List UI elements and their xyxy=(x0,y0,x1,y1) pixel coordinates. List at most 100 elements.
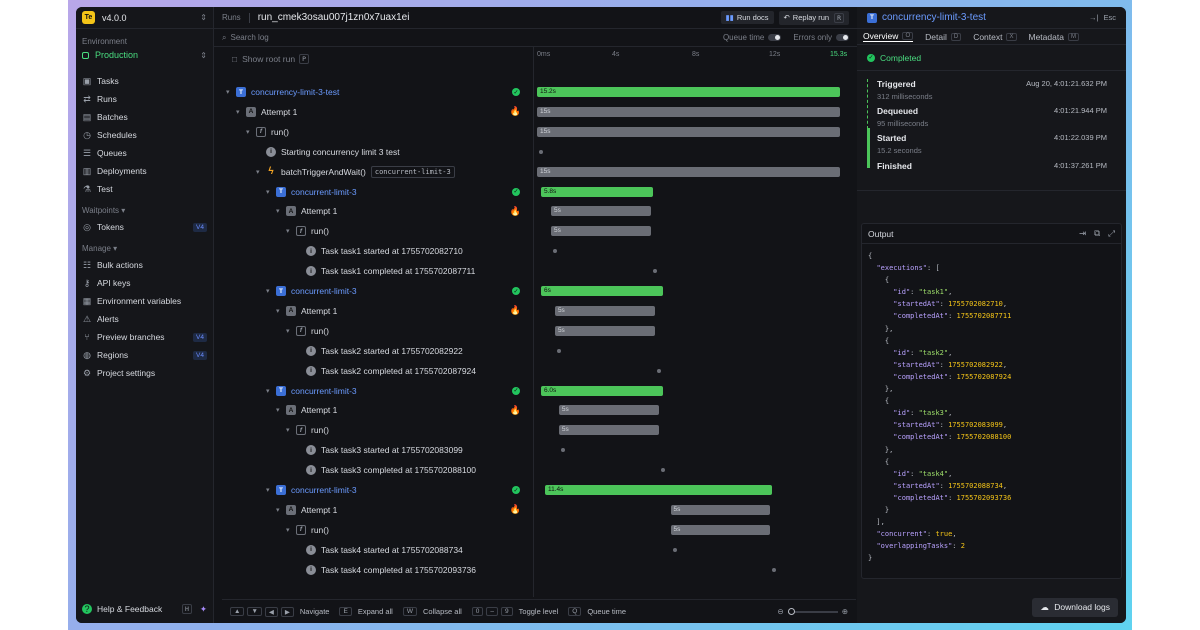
timeline-bar[interactable]: 5s xyxy=(558,425,659,436)
timeline-bar[interactable]: 15s xyxy=(537,106,840,117)
timeline-bar[interactable]: 5s xyxy=(558,405,659,416)
timeline-bar[interactable]: 5.8s xyxy=(540,186,653,197)
timeline-bar[interactable]: 15.2s xyxy=(537,87,840,97)
timeline-event-dot[interactable] xyxy=(538,149,543,154)
tree-row[interactable]: ▾ f run() xyxy=(286,420,526,440)
timeline-bar[interactable]: 5s xyxy=(670,504,771,515)
timeline-bar[interactable]: 5s xyxy=(670,524,771,535)
zoom-handle[interactable] xyxy=(787,607,795,615)
tree-row[interactable]: ▾ Tconcurrent-limit-3 ✓ xyxy=(266,182,526,202)
shortcut-label: Expand all xyxy=(357,607,393,616)
tree-row[interactable]: ▾ A Attempt 1 🔥 xyxy=(236,102,526,122)
chevron-down-icon[interactable]: ▾ xyxy=(276,406,286,414)
tree-row[interactable]: i Task task1 completed at 1755702087711 xyxy=(296,261,526,281)
tree-row[interactable]: ▾ Tconcurrent-limit-3 ✓ xyxy=(266,381,526,401)
tree-row[interactable]: i Task task2 completed at 1755702087924 xyxy=(296,361,526,381)
chevron-down-icon[interactable]: ▾ xyxy=(246,128,256,136)
timeline-bar[interactable]: 5s xyxy=(550,206,651,217)
errors-only-toggle[interactable] xyxy=(836,34,849,41)
tree-row[interactable]: i Task task3 started at 1755702083099 xyxy=(296,440,526,460)
timeline-bar[interactable]: 15s xyxy=(537,166,840,177)
zoom-slider[interactable] xyxy=(787,607,838,615)
chevron-down-icon[interactable]: ▾ xyxy=(266,287,276,295)
shortcut-queue-time[interactable]: Q Queue time xyxy=(568,607,626,616)
tab-overview[interactable]: Overview O xyxy=(863,31,914,42)
timeline-event-dot[interactable] xyxy=(652,269,657,274)
timeline-bar[interactable]: 5s xyxy=(550,226,651,237)
timeline-bar[interactable]: 6s xyxy=(540,286,663,296)
download-logs-button[interactable]: ☁ Download logs xyxy=(1032,598,1118,617)
tree-row[interactable]: ▾ A Attempt 1 🔥 xyxy=(276,301,526,321)
shortcut-collapse-all[interactable]: W Collapse all xyxy=(402,607,462,616)
tree-row[interactable]: ▾ f run() xyxy=(246,122,526,142)
tab-metadata[interactable]: Metadata M xyxy=(1029,32,1079,42)
chevron-down-icon[interactable]: ▾ xyxy=(276,307,286,315)
tree-row[interactable]: ▾ Tconcurrency-limit-3-test ✓ xyxy=(226,82,526,102)
chevron-down-icon[interactable]: ▾ xyxy=(276,207,286,215)
timeline-bar[interactable]: 5s xyxy=(554,325,655,336)
breadcrumb-runs[interactable]: Runs xyxy=(222,13,241,22)
tree-row[interactable]: ▾ f run() xyxy=(286,321,526,341)
timeline-bar[interactable]: 6.0s xyxy=(540,385,663,396)
timeline-event-dot[interactable] xyxy=(660,468,665,473)
timeline-event-dot[interactable] xyxy=(556,348,561,353)
chevron-down-icon[interactable]: ▾ xyxy=(266,188,276,196)
zoom-in-icon[interactable]: ⊕ xyxy=(842,607,848,616)
timeline-event-dot[interactable] xyxy=(772,567,777,572)
close-panel-icon[interactable]: →| xyxy=(1089,13,1098,22)
download-logs-label: Download logs xyxy=(1054,602,1110,612)
zoom-control[interactable]: ⊖ ⊕ xyxy=(777,607,848,616)
run-docs-button[interactable]: ▮▮ Run docs xyxy=(720,11,774,24)
tree-row[interactable]: ▾ A Attempt 1 🔥 xyxy=(276,400,526,420)
timeline-bar[interactable]: 15s xyxy=(537,126,840,137)
tab-detail[interactable]: Detail D xyxy=(925,32,962,42)
chevron-down-icon[interactable]: ▾ xyxy=(286,327,296,335)
shortcut-expand-all[interactable]: E Expand all xyxy=(339,607,393,616)
chevron-down-icon[interactable]: ▾ xyxy=(286,426,296,434)
shortcut-key: E xyxy=(339,607,352,616)
tree-row[interactable]: ▾ ϟ batchTriggerAndWait() concurrent-limit-… xyxy=(256,162,526,182)
search-input[interactable]: Search log xyxy=(230,33,268,42)
tab-context[interactable]: Context X xyxy=(973,32,1017,42)
wrap-icon[interactable]: ⇥ xyxy=(1079,228,1086,239)
code-line: "completedAt": 1755702087711 xyxy=(893,312,1012,321)
timeline-event-dot[interactable] xyxy=(672,547,677,552)
tree-row[interactable]: i Task task4 completed at 1755702093736 xyxy=(296,560,526,580)
show-root-run-toggle[interactable]: □ Show root run P xyxy=(232,49,309,69)
show-root-label: Show root run xyxy=(242,54,296,64)
tree-row[interactable]: ▾ A Attempt 1 🔥 xyxy=(276,201,526,221)
tree-row[interactable]: i Task task3 completed at 1755702088100 xyxy=(296,460,526,480)
timeline-bar[interactable]: 5s xyxy=(554,305,655,316)
tree-row[interactable]: ▾ A Attempt 1 🔥 xyxy=(276,500,526,520)
row-label: Task task2 completed at 1755702087924 xyxy=(321,365,477,376)
tree-row[interactable]: ▾ f run() xyxy=(286,520,526,540)
tree-row[interactable]: ▾ f run() xyxy=(286,221,526,241)
shortcut-key: ▼ xyxy=(247,607,262,616)
chevron-down-icon[interactable]: ▾ xyxy=(256,168,266,176)
code-line: { xyxy=(868,397,890,406)
tree-row[interactable]: i Task task4 started at 1755702088734 xyxy=(296,540,526,560)
timeline-event-dot[interactable] xyxy=(552,249,557,254)
tree-row[interactable]: i Task task2 started at 1755702082922 xyxy=(296,341,526,361)
chevron-down-icon[interactable]: ▾ xyxy=(226,88,236,96)
queue-time-toggle[interactable] xyxy=(768,34,782,41)
tree-row[interactable]: i Starting concurrency limit 3 test xyxy=(256,142,526,162)
shortcut-navigate[interactable]: ▲ ▼ ◀ ▶ Navigate xyxy=(230,606,329,617)
tree-row[interactable]: ▾ Tconcurrent-limit-3 ✓ xyxy=(266,480,526,500)
chevron-down-icon[interactable]: ▾ xyxy=(286,526,296,534)
timeline-event-dot[interactable] xyxy=(560,448,565,453)
shortcut-toggle-level[interactable]: 0–9 Toggle level xyxy=(471,607,558,616)
copy-icon[interactable]: ⧉ xyxy=(1094,228,1100,239)
chevron-down-icon[interactable]: ▾ xyxy=(266,387,276,395)
chevron-down-icon[interactable]: ▾ xyxy=(266,486,276,494)
tree-row[interactable]: ▾ Tconcurrent-limit-3 ✓ xyxy=(266,281,526,301)
chevron-down-icon[interactable]: ▾ xyxy=(236,108,246,116)
zoom-out-icon[interactable]: ⊖ xyxy=(777,607,783,616)
chevron-down-icon[interactable]: ▾ xyxy=(286,227,296,235)
tree-row[interactable]: i Task task1 started at 1755702082710 xyxy=(296,241,526,261)
chevron-down-icon[interactable]: ▾ xyxy=(276,506,286,514)
expand-icon[interactable]: ⤢ xyxy=(1108,228,1115,239)
replay-run-button[interactable]: ↶ Replay run R xyxy=(778,10,849,25)
timeline-bar[interactable]: 11.4s xyxy=(544,485,773,495)
timeline-event-dot[interactable] xyxy=(656,368,661,373)
